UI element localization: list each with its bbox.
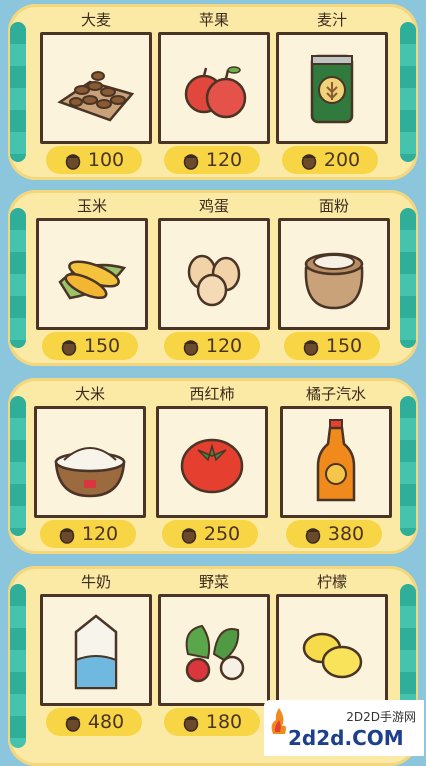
item-name: 橘子汽水 bbox=[305, 385, 366, 403]
price-badge: 200 bbox=[282, 146, 378, 174]
acorn-icon bbox=[183, 716, 199, 732]
acorn-icon bbox=[305, 528, 321, 544]
site-watermark: 2D2D手游网 2d2d.COM bbox=[264, 700, 424, 756]
item-frame bbox=[40, 32, 152, 144]
shop-row-1: 大麦 100 苹果 120 麦汁 200 bbox=[8, 4, 418, 180]
acorn-icon bbox=[183, 154, 199, 170]
item-frame bbox=[278, 218, 390, 330]
item-price: 120 bbox=[205, 335, 243, 357]
lemon-icon bbox=[302, 632, 363, 679]
wort-can-icon bbox=[310, 54, 354, 124]
item-price: 180 bbox=[205, 711, 243, 733]
acorn-icon bbox=[181, 528, 197, 544]
vegetables-icon bbox=[185, 624, 245, 683]
item-price: 120 bbox=[81, 523, 119, 545]
item-frame bbox=[158, 594, 270, 706]
rice-bowl-icon bbox=[54, 447, 126, 498]
acorn-icon bbox=[183, 340, 199, 356]
price-badge: 120 bbox=[164, 146, 260, 174]
item-price: 120 bbox=[205, 149, 243, 171]
egg-icon bbox=[187, 254, 241, 307]
item-price: 380 bbox=[327, 523, 365, 545]
price-badge: 250 bbox=[162, 520, 258, 548]
apple-icon bbox=[184, 66, 247, 119]
item-name: 牛奶 bbox=[80, 573, 111, 591]
shop-row-3: 大米 120 西红柿 250 橘子汽水 380 bbox=[8, 378, 418, 554]
acorn-icon bbox=[301, 154, 317, 170]
price-badge: 150 bbox=[284, 332, 380, 360]
item-name: 鸡蛋 bbox=[198, 197, 229, 215]
item-name: 西红柿 bbox=[189, 385, 235, 403]
item-price: 200 bbox=[323, 149, 361, 171]
item-price: 150 bbox=[83, 335, 121, 357]
price-badge: 150 bbox=[42, 332, 138, 360]
item-frame bbox=[158, 32, 270, 144]
watermark-site: 2D2D手游网 bbox=[346, 710, 416, 724]
orange-soda-icon bbox=[316, 419, 356, 502]
price-badge: 180 bbox=[164, 708, 260, 736]
item-frame bbox=[276, 594, 388, 706]
tomato-icon bbox=[180, 438, 244, 494]
item-frame bbox=[156, 406, 268, 518]
watermark-domain: 2d2d.COM bbox=[288, 726, 404, 750]
item-name: 玉米 bbox=[76, 197, 107, 215]
item-frame bbox=[40, 594, 152, 706]
corn-icon bbox=[58, 260, 127, 300]
shop-row-2: 玉米 150 鸡蛋 120 面粉 150 bbox=[8, 190, 418, 366]
acorn-icon bbox=[59, 528, 75, 544]
shop-screen: { "shop": { "rows": [ { "items": [ {"nam… bbox=[0, 0, 426, 766]
price-badge: 380 bbox=[286, 520, 382, 548]
item-price: 480 bbox=[87, 711, 125, 733]
acorn-icon bbox=[65, 716, 81, 732]
item-price: 250 bbox=[203, 523, 241, 545]
item-frame bbox=[36, 218, 148, 330]
item-name: 苹果 bbox=[198, 11, 229, 29]
item-name: 麦汁 bbox=[316, 11, 347, 29]
flame-logo-icon bbox=[271, 708, 286, 734]
item-frame bbox=[280, 406, 392, 518]
acorn-icon bbox=[61, 340, 77, 356]
item-frame bbox=[276, 32, 388, 144]
price-badge: 100 bbox=[46, 146, 142, 174]
item-name: 大米 bbox=[74, 385, 105, 403]
item-name: 柠檬 bbox=[316, 573, 347, 591]
item-name: 面粉 bbox=[318, 197, 349, 215]
item-name: 大麦 bbox=[80, 11, 111, 29]
item-frame bbox=[158, 218, 270, 330]
flour-sack-icon bbox=[304, 252, 364, 310]
item-name: 野菜 bbox=[198, 573, 229, 591]
item-price: 100 bbox=[87, 149, 125, 171]
price-badge: 120 bbox=[40, 520, 136, 548]
price-badge: 120 bbox=[164, 332, 260, 360]
item-price: 150 bbox=[325, 335, 363, 357]
barley-icon bbox=[57, 71, 135, 122]
milk-carton-icon bbox=[74, 614, 118, 690]
acorn-icon bbox=[303, 340, 319, 356]
price-badge: 480 bbox=[46, 708, 142, 736]
acorn-icon bbox=[65, 154, 81, 170]
item-frame bbox=[34, 406, 146, 518]
